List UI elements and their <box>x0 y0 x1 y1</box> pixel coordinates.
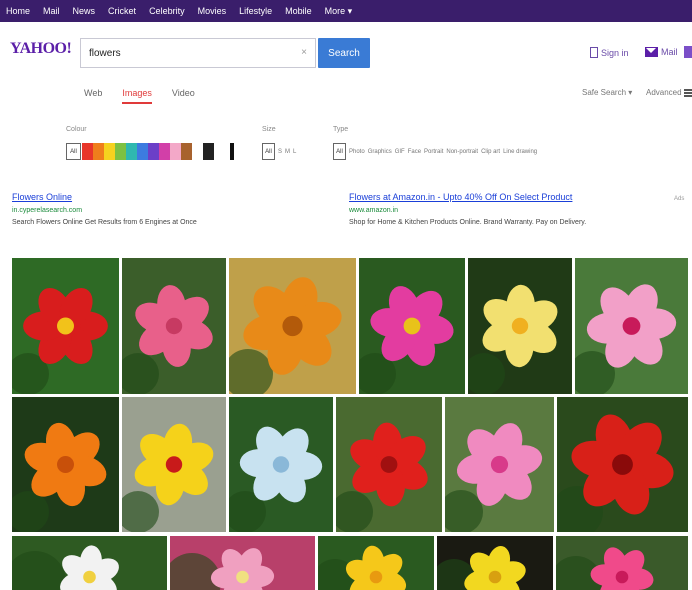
search-button[interactable]: Search <box>318 38 370 68</box>
image-result-red-lily[interactable] <box>336 397 442 532</box>
colour-swatch[interactable] <box>203 143 214 160</box>
colour-swatch[interactable] <box>181 143 192 160</box>
mail-link[interactable]: Mail <box>645 47 678 57</box>
size-option[interactable]: All <box>262 143 275 160</box>
page: Home Mail News Cricket Celebrity Movies … <box>0 0 692 590</box>
type-option[interactable]: All <box>333 143 346 160</box>
user-icon <box>590 47 598 58</box>
size-option[interactable]: L <box>293 149 296 155</box>
colour-filter-label: Colour <box>66 126 87 133</box>
type-option[interactable]: Face <box>408 149 421 155</box>
safe-search-dropdown[interactable]: Safe Search ▾ <box>582 88 632 97</box>
nav-link-movies[interactable]: Movies <box>198 6 227 16</box>
image-result-pink-lily[interactable] <box>445 397 554 532</box>
type-option[interactable]: Portrait <box>424 149 443 155</box>
settings-icon[interactable] <box>684 46 692 58</box>
advanced-link[interactable]: Advanced <box>646 88 692 97</box>
image-result-pink-zinnia[interactable] <box>359 258 465 394</box>
colour-swatch[interactable] <box>104 143 115 160</box>
image-result-yellow-tulip[interactable] <box>318 536 434 590</box>
mail-icon <box>645 47 658 57</box>
tab-video[interactable]: Video <box>172 88 195 104</box>
advanced-label: Advanced <box>646 88 682 97</box>
image-result-orange-cosmos[interactable] <box>12 397 119 532</box>
type-option[interactable]: Non-portrait <box>446 149 478 155</box>
image-result-pink-rose[interactable] <box>122 258 226 394</box>
nav-link-celebrity[interactable]: Celebrity <box>149 6 185 16</box>
ad-title-link[interactable]: Flowers Online <box>12 192 197 202</box>
image-result-blue-plumbago[interactable] <box>229 397 333 532</box>
type-option[interactable]: Clip art <box>481 149 500 155</box>
colour-swatch[interactable] <box>192 143 203 160</box>
type-option[interactable]: Line drawing <box>503 149 537 155</box>
nav-link-lifestyle[interactable]: Lifestyle <box>239 6 272 16</box>
colour-swatch[interactable] <box>93 143 104 160</box>
sign-in-label: Sign in <box>601 47 629 58</box>
size-option[interactable]: S <box>278 149 282 155</box>
search-input[interactable] <box>89 47 289 59</box>
image-results-grid <box>12 258 688 590</box>
ad-result: Flowers at Amazon.in - Upto 40% Off On S… <box>349 192 586 226</box>
colour-all-button[interactable]: All <box>66 143 81 160</box>
mail-label: Mail <box>661 47 678 57</box>
ad-url: in.cyperelasearch.com <box>12 207 83 214</box>
image-result-pink-flower[interactable] <box>556 536 688 590</box>
image-result-white-flower[interactable] <box>12 536 167 590</box>
tab-web[interactable]: Web <box>84 88 102 104</box>
type-option[interactable]: Photo <box>349 149 365 155</box>
top-nav: Home Mail News Cricket Celebrity Movies … <box>0 0 692 22</box>
colour-swatch[interactable] <box>137 143 148 160</box>
sign-in-link[interactable]: Sign in <box>590 47 629 58</box>
colour-swatch[interactable] <box>115 143 126 160</box>
image-result-pink-hibiscus[interactable] <box>575 258 688 394</box>
clear-search-icon[interactable]: × <box>301 47 307 58</box>
yahoo-logo[interactable]: YAHOO! <box>10 40 72 58</box>
ad-url: www.amazon.in <box>349 207 399 214</box>
nav-link-mobile[interactable]: Mobile <box>285 6 312 16</box>
image-result-pink-daisies[interactable] <box>170 536 315 590</box>
menu-icon <box>683 88 692 97</box>
type-option[interactable]: GIF <box>395 149 405 155</box>
colour-swatch[interactable] <box>230 143 234 160</box>
size-option[interactable]: M <box>285 149 290 155</box>
ad-title-link[interactable]: Flowers at Amazon.in - Upto 40% Off On S… <box>349 192 586 202</box>
type-option[interactable]: Graphics <box>368 149 392 155</box>
image-result-yellow-hibiscus[interactable] <box>122 397 226 532</box>
type-filter-label: Type <box>333 126 349 133</box>
ad-description: Shop for Home & Kitchen Products Online.… <box>349 219 587 226</box>
ads-label: Ads <box>674 196 685 202</box>
search-box[interactable]: × <box>80 38 316 68</box>
ad-description: Search Flowers Online Get Results from 6… <box>12 219 197 226</box>
search-tabs: Web Images Video <box>84 88 195 104</box>
image-result-yellow-dandelion[interactable] <box>437 536 553 590</box>
colour-swatch[interactable] <box>148 143 159 160</box>
size-filter-label: Size <box>262 126 276 133</box>
ad-result: Flowers Online in.cyperelasearch.com Sea… <box>12 192 197 226</box>
colour-swatch[interactable] <box>159 143 170 160</box>
nav-link-home[interactable]: Home <box>6 6 30 16</box>
colour-swatch[interactable] <box>82 143 93 160</box>
colour-filter: All <box>66 143 234 160</box>
nav-link-more[interactable]: More ▾ <box>325 6 353 17</box>
image-result-orange-marigold[interactable] <box>229 258 356 394</box>
colour-swatch[interactable] <box>126 143 137 160</box>
type-filter: All Photo Graphics GIF Face Portrait Non-portr… <box>333 143 537 160</box>
size-filter: All S M L <box>262 143 296 160</box>
nav-link-news[interactable]: News <box>73 6 96 16</box>
colour-swatch[interactable] <box>170 143 181 160</box>
nav-link-cricket[interactable]: Cricket <box>108 6 136 16</box>
nav-link-mail[interactable]: Mail <box>43 6 60 16</box>
tab-images[interactable]: Images <box>122 88 152 104</box>
image-result-yellow-frangipani[interactable] <box>468 258 572 394</box>
image-result-red-hibiscus[interactable] <box>557 397 688 532</box>
image-result-red-gerbera[interactable] <box>12 258 119 394</box>
